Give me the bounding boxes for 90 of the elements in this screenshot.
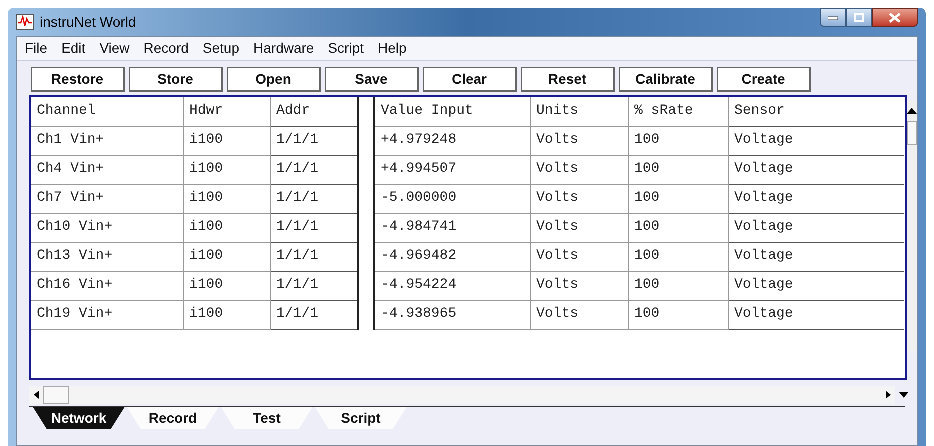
menu-item[interactable]: View	[100, 38, 130, 59]
tab[interactable]: Test	[221, 407, 313, 429]
table-cell: Ch7 Vin+	[31, 184, 183, 213]
table-cell: -4.938965	[374, 300, 530, 329]
menu-item[interactable]: File	[25, 38, 48, 59]
table-cell: 100	[628, 300, 728, 329]
table-cell: 1/1/1	[270, 184, 358, 213]
table-cell: 100	[628, 213, 728, 242]
table-cell: i100	[183, 213, 270, 242]
close-icon	[889, 12, 901, 22]
column-header: Addr	[270, 97, 358, 126]
table-cell: Voltage	[728, 184, 904, 213]
toolbar-button[interactable]: Restore	[31, 67, 125, 92]
table-cell: 1/1/1	[270, 271, 358, 300]
menu-item[interactable]: Script	[328, 38, 364, 59]
table-cell: 100	[628, 242, 728, 271]
right-arrow-icon	[886, 391, 890, 399]
table-cell: Volts	[530, 300, 628, 329]
table-cell: 1/1/1	[270, 126, 358, 155]
left-arrow-icon	[34, 391, 38, 399]
table-cell: Volts	[530, 126, 628, 155]
menu-item[interactable]: Record	[144, 38, 189, 59]
table-cell: -4.954224	[374, 271, 530, 300]
table-cell: Volts	[530, 242, 628, 271]
table-cell: 100	[628, 184, 728, 213]
toolbar-button[interactable]: Open	[227, 67, 321, 92]
toolbar-button[interactable]: Calibrate	[619, 67, 713, 92]
table-cell: i100	[183, 300, 270, 329]
table-cell: -4.984741	[374, 213, 530, 242]
table-cell: 100	[628, 271, 728, 300]
maximize-button[interactable]	[846, 8, 872, 27]
minimize-icon	[828, 16, 838, 20]
table-cell: i100	[183, 242, 270, 271]
table-cell: Volts	[530, 213, 628, 242]
table-cell: 1/1/1	[270, 242, 358, 271]
table-cell: Voltage	[728, 300, 904, 329]
table-cell: Ch16 Vin+	[31, 271, 183, 300]
toolbar-button[interactable]: Save	[325, 67, 419, 92]
app-icon	[16, 14, 34, 30]
tab[interactable]: Record	[127, 407, 219, 429]
window-title: instruNet World	[40, 12, 136, 32]
up-arrow-icon	[907, 108, 917, 114]
column-header: % sRate	[628, 97, 728, 126]
table-cell: Ch13 Vin+	[31, 242, 183, 271]
table-cell: Voltage	[728, 155, 904, 184]
table-cell: i100	[183, 126, 270, 155]
table-cell: Ch10 Vin+	[31, 213, 183, 242]
table-cell: 1/1/1	[270, 300, 358, 329]
table-cell: Ch1 Vin+	[31, 126, 183, 155]
table-cell: i100	[183, 271, 270, 300]
table-cell: Voltage	[728, 126, 904, 155]
table-cell: 100	[628, 126, 728, 155]
table-cell: 1/1/1	[270, 155, 358, 184]
menu-item[interactable]: Setup	[202, 38, 240, 59]
table-cell: Voltage	[728, 213, 904, 242]
table-cell: Volts	[530, 155, 628, 184]
table-cell: Voltage	[728, 242, 904, 271]
toolbar-button[interactable]: Reset	[521, 67, 615, 92]
column-header: Sensor	[728, 97, 904, 126]
table-cell: Volts	[530, 271, 628, 300]
toolbar-button[interactable]: Clear	[423, 67, 517, 92]
table-cell: i100	[183, 184, 270, 213]
table-cell: +4.979248	[374, 126, 530, 155]
table-cell: -5.000000	[374, 184, 530, 213]
column-header: Hdwr	[183, 97, 270, 126]
table-cell: Volts	[530, 184, 628, 213]
tab[interactable]: Script	[315, 407, 407, 429]
menu-item[interactable]: Hardware	[254, 38, 314, 59]
column-header: Units	[530, 97, 628, 126]
table-cell: 100	[628, 155, 728, 184]
maximize-icon	[854, 13, 864, 22]
menu-item[interactable]: Edit	[62, 38, 86, 59]
column-header: Value Input	[374, 97, 530, 126]
table-cell: Ch4 Vin+	[31, 155, 183, 184]
scroll-thumb[interactable]	[907, 121, 917, 145]
menu-item[interactable]: Help	[378, 38, 407, 59]
table-cell: 1/1/1	[270, 213, 358, 242]
table-cell: Ch19 Vin+	[31, 300, 183, 329]
close-button[interactable]	[872, 8, 918, 27]
tab[interactable]: Network	[33, 407, 125, 429]
table-cell: -4.969482	[374, 242, 530, 271]
minimize-button[interactable]	[820, 8, 846, 27]
toolbar-button[interactable]: Store	[129, 67, 223, 92]
table-cell: +4.994507	[374, 155, 530, 184]
column-header: Channel	[31, 97, 183, 126]
toolbar-button[interactable]: Create	[717, 67, 811, 92]
down-arrow-icon	[899, 392, 909, 398]
table-cell: Voltage	[728, 271, 904, 300]
scroll-thumb[interactable]	[43, 386, 69, 404]
table-cell: i100	[183, 155, 270, 184]
